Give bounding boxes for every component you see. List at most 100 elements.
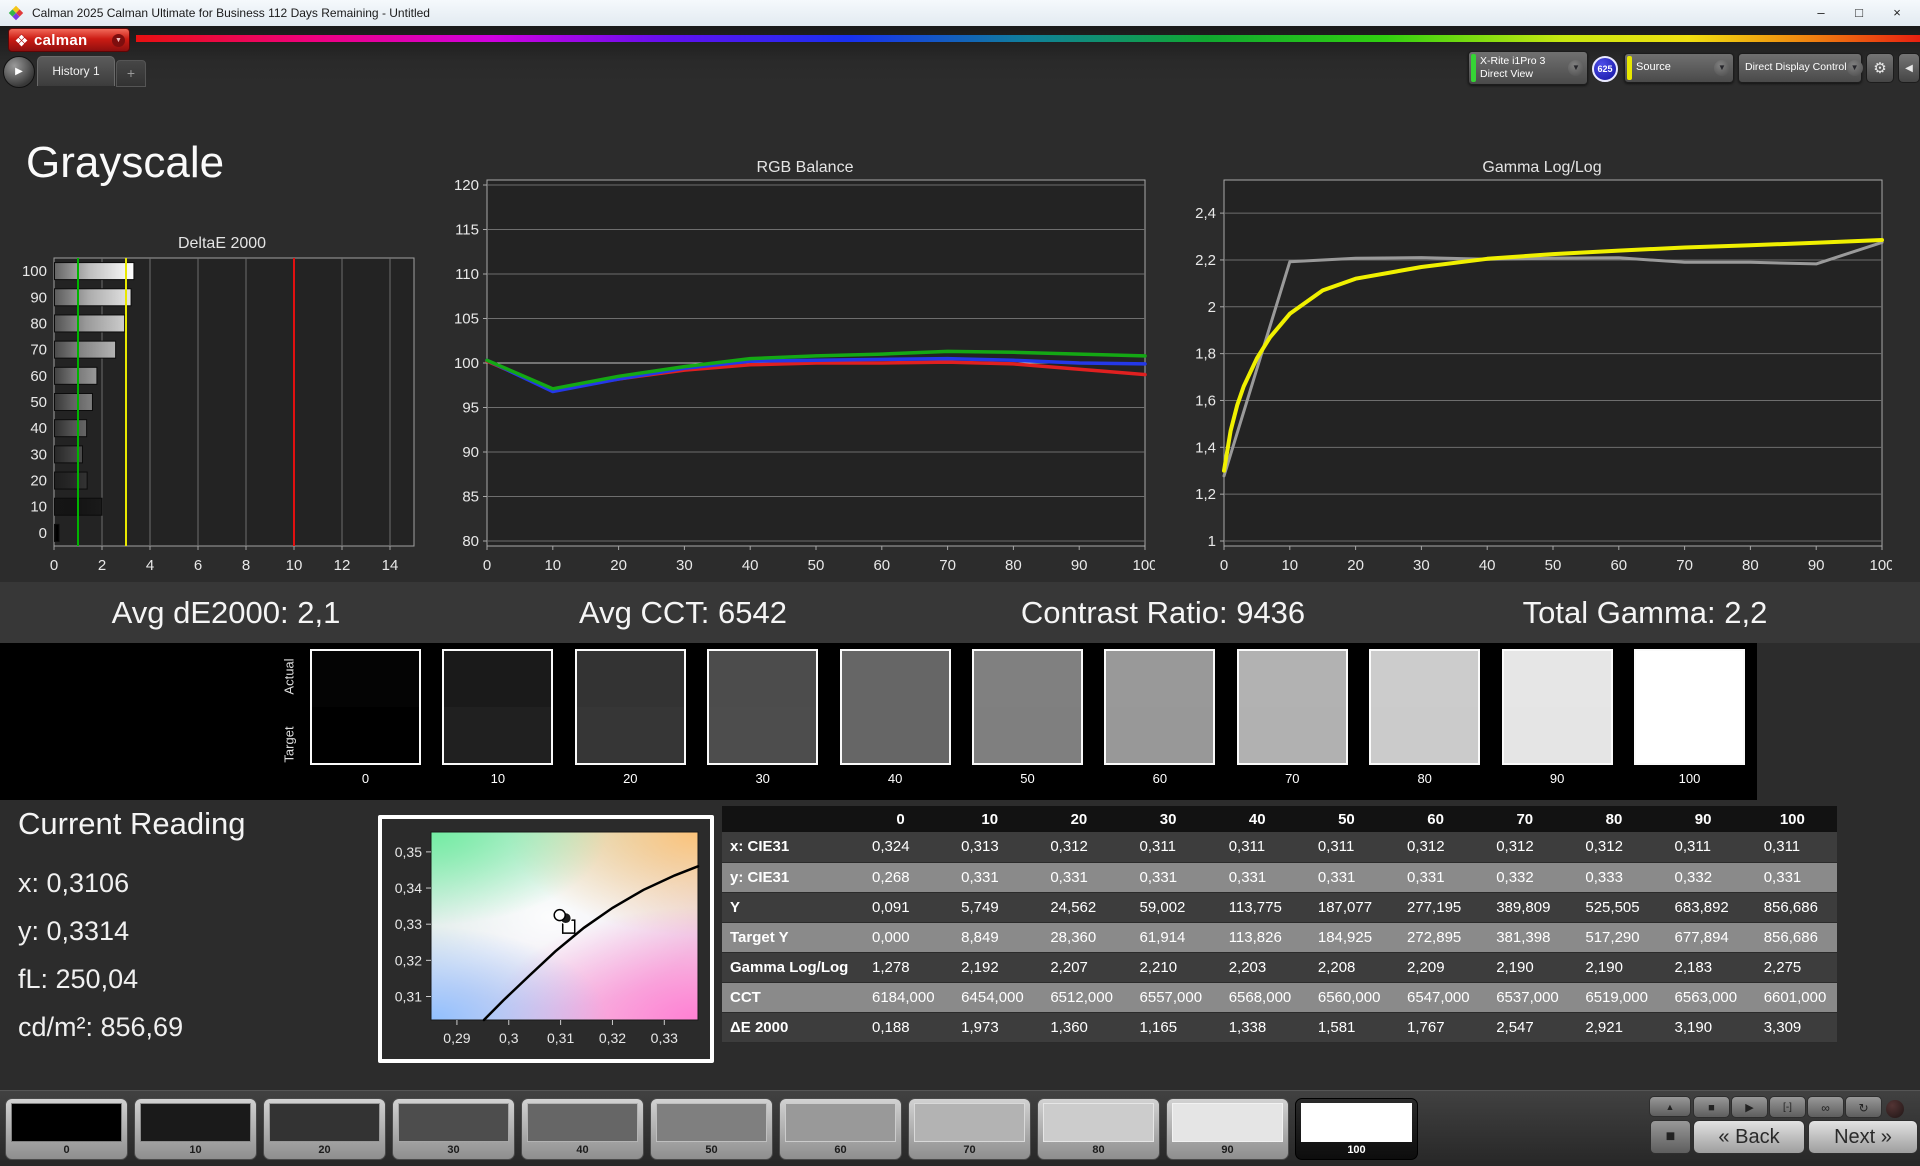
svg-text:90: 90 (30, 289, 47, 306)
history-nav-button[interactable]: ▶ (3, 56, 35, 88)
meter-count-badge[interactable]: 625 (1592, 56, 1618, 82)
swatch-target-10 (444, 707, 552, 763)
table-cell: 272,895 (1407, 928, 1462, 946)
table-cell: 6568,000 (1228, 988, 1292, 1006)
row-label: Gamma Log/Log (730, 958, 849, 976)
next-button[interactable]: Next » (1808, 1120, 1918, 1154)
measurement-marker (553, 908, 576, 934)
table-cell: 1,973 (961, 1018, 999, 1036)
patch-button-100[interactable]: 100 (1295, 1098, 1418, 1160)
deltae-chart-title: DeltaE 2000 (177, 235, 267, 252)
table-cell: 6519,000 (1585, 988, 1648, 1006)
patch-button-90[interactable]: 90 (1166, 1098, 1289, 1160)
patch-button-40[interactable]: 40 (521, 1098, 644, 1160)
table-cell: 3,309 (1763, 1018, 1802, 1036)
patch-label-70: 70 (963, 1144, 976, 1156)
svg-text:40: 40 (1479, 557, 1496, 574)
svg-text:0: 0 (483, 557, 491, 574)
collapse-up-button[interactable]: ▲ (1649, 1096, 1691, 1117)
svg-text:1,8: 1,8 (1195, 346, 1216, 363)
table-cell: 525,505 (1585, 898, 1640, 916)
collapse-panel-button[interactable]: ◀ (1898, 53, 1920, 83)
tab-history-1[interactable]: History 1 (37, 56, 115, 86)
patch-button-20[interactable]: 20 (263, 1098, 386, 1160)
table-cell: 2,183 (1674, 958, 1713, 976)
title-bar: Calman 2025 Calman Ultimate for Business… (0, 0, 1920, 27)
patch-button-80[interactable]: 80 (1037, 1098, 1160, 1160)
calman-menu-button[interactable]: calman ▼ (8, 28, 130, 52)
svg-text:70: 70 (939, 557, 956, 574)
meter-dropdown[interactable]: X-Rite i1Pro 3 Direct View ▼ (1468, 51, 1588, 85)
table-cell: 6560,000 (1317, 988, 1381, 1006)
table-cell: 113,826 (1228, 928, 1282, 946)
svg-text:8: 8 (242, 557, 250, 574)
table-cell: 2,210 (1139, 958, 1178, 976)
row-label: Y (730, 898, 741, 916)
svg-text:50: 50 (808, 557, 825, 574)
table-cell: 277,195 (1407, 898, 1462, 916)
source-dropdown[interactable]: Source ▼ (1624, 53, 1734, 83)
svg-text:1: 1 (1208, 533, 1216, 550)
swatch-label-20: 20 (623, 771, 638, 786)
table-cell: 0,312 (1407, 838, 1445, 856)
table-cell: 0,312 (1585, 838, 1623, 856)
swatch-target-50 (974, 707, 1081, 763)
swatch-actual-10 (444, 651, 552, 707)
continuous-measure-button[interactable]: ∞ (1807, 1096, 1844, 1118)
add-tab-button[interactable]: + (116, 60, 146, 87)
table-cell: 0,332 (1496, 868, 1534, 886)
chevron-down-icon: ▼ (1568, 60, 1584, 76)
swatch-label-40: 40 (887, 771, 903, 786)
table-cell: 0,312 (1496, 838, 1534, 856)
svg-text:80: 80 (30, 315, 47, 332)
settings-gear-button[interactable]: ⚙ (1866, 53, 1894, 83)
display-control-dropdown[interactable]: Direct Display Control ▼ (1738, 53, 1863, 83)
table-cell: 113,775 (1228, 898, 1282, 916)
meter-label: X-Rite i1Pro 3 Direct View (1480, 54, 1546, 80)
play-button[interactable]: ▶ (1731, 1096, 1768, 1118)
table-corner-cell (722, 806, 856, 832)
svg-text:2,4: 2,4 (1195, 205, 1216, 222)
calman-logo-text: calman (34, 31, 88, 49)
close-button[interactable]: × (1878, 0, 1916, 26)
stop-button[interactable]: ■ (1693, 1096, 1730, 1118)
patch-button-70[interactable]: 70 (908, 1098, 1031, 1160)
measurement-table: 0 10 20 30 40 50 60 70 80 90 100 x: CIE31 0,324 0,313… (722, 806, 1837, 1043)
table-cell: 2,547 (1496, 1018, 1534, 1036)
svg-text:0,3: 0,3 (499, 1030, 519, 1046)
patch-color-10 (140, 1103, 251, 1142)
current-reading-title: Current Reading (18, 806, 246, 841)
svg-text:100: 100 (22, 263, 47, 280)
patch-button-50[interactable]: 50 (650, 1098, 773, 1160)
svg-text:0: 0 (39, 525, 47, 542)
back-button[interactable]: « Back (1693, 1120, 1805, 1154)
minimize-button[interactable]: – (1802, 0, 1840, 26)
svg-text:10: 10 (286, 557, 303, 574)
table-cell: 6563,000 (1674, 988, 1738, 1006)
patch-color-60 (785, 1103, 896, 1142)
patch-button-30[interactable]: 30 (392, 1098, 515, 1160)
table-cell: 61,914 (1139, 928, 1186, 946)
patch-button-60[interactable]: 60 (779, 1098, 902, 1160)
patch-button-10[interactable]: 10 (134, 1098, 257, 1160)
table-cell: 0,311 (1228, 838, 1266, 856)
svg-text:30: 30 (1413, 557, 1430, 574)
rgb-chart-title: RGB Balance (756, 159, 854, 176)
deltae-chart-plot: 0 2 4 6 8 10 12 14 0 10 20 30 40 50 60 70 80 90 100 (22, 257, 415, 574)
svg-text:2: 2 (98, 557, 106, 574)
svg-text:70: 70 (1676, 557, 1693, 574)
patch-button-0[interactable]: 0 (5, 1098, 128, 1160)
single-measure-button[interactable]: [-] (1769, 1096, 1806, 1118)
swatch-label-70: 70 (1285, 771, 1300, 786)
svg-text:0: 0 (50, 557, 58, 574)
patch-window-button[interactable]: ■ (1650, 1120, 1691, 1154)
column-header-70: 70 (1480, 806, 1570, 832)
table-cell: 5,749 (961, 898, 999, 916)
refresh-button[interactable]: ↻ (1845, 1096, 1882, 1118)
table-cell: 28,360 (1050, 928, 1097, 946)
swatch-target-0 (312, 707, 419, 763)
next-chevron-icon: » (1880, 1126, 1892, 1148)
maximize-button[interactable]: □ (1840, 0, 1878, 26)
patch-label-30: 30 (447, 1144, 460, 1156)
swatch-target-20 (576, 707, 684, 763)
